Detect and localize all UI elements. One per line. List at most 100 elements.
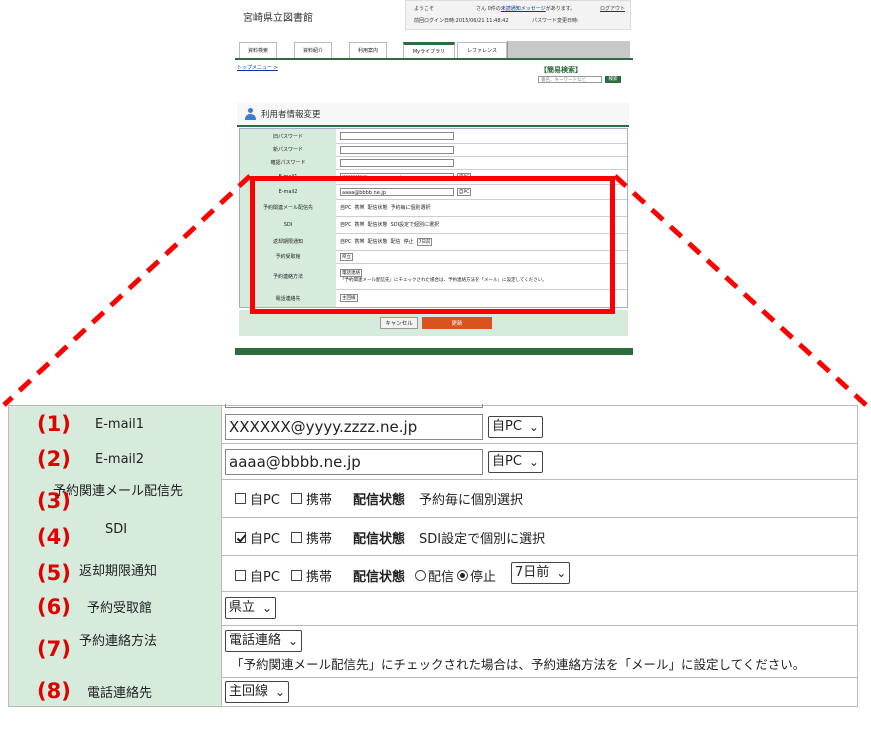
select-value: 主回線 <box>229 684 269 699</box>
radio-icon <box>415 570 426 581</box>
section-title: 利用者情報変更 <box>261 110 321 120</box>
keyword-input[interactable]: 書名、キーワードなど <box>538 76 602 83</box>
select-value: 7日前 <box>515 565 550 580</box>
row-label: 予約受取館 <box>87 601 153 616</box>
breadcrumb[interactable]: トップメニュー > <box>237 64 278 71</box>
library-title: 宮崎県立図書館 <box>243 13 313 24</box>
row-value-cell: 自PC 携帯 配信状態 SDI設定で個別に選択 <box>225 517 857 555</box>
days-before-select[interactable]: 7日前 ⌄ <box>511 562 571 584</box>
email1-input[interactable]: XXXXXX@yyyy.zzzz.ne.jp <box>225 414 483 440</box>
sdi-own-pc-checkbox[interactable]: 自PC <box>235 528 280 547</box>
email1-device-select[interactable]: 自PC ⌄ <box>488 416 543 438</box>
stop-radio[interactable]: 停止 <box>457 566 496 585</box>
row-number: (5) <box>37 561 71 585</box>
mini-label: 新パスワード <box>240 143 336 156</box>
checkbox-icon <box>235 570 246 581</box>
tab-guide[interactable]: 利用案内 <box>349 42 387 58</box>
footer-bar <box>235 348 633 355</box>
row-value-cell: 県立 ⌄ <box>225 591 857 625</box>
row-label-cell: (8) 電話連絡先 <box>9 677 222 706</box>
checkbox-label: 自PC <box>250 493 280 508</box>
row-label-cell: (1) E-mail1 <box>9 406 222 443</box>
checkbox-icon <box>291 493 302 504</box>
row-label-cell: (7) 予約連絡方法 <box>9 625 222 677</box>
tab-my-library[interactable]: Myライブラリ <box>403 42 455 58</box>
reserve-mobile-checkbox[interactable]: 携帯 <box>291 489 332 508</box>
tab-bar-filler <box>507 41 630 58</box>
contact-method-select[interactable]: 電話連絡 ⌄ <box>225 630 303 652</box>
phone-contact-select[interactable]: 主回線 ⌄ <box>225 681 290 703</box>
tab-search[interactable]: 資料検索 <box>239 42 277 58</box>
mini-value <box>340 156 627 169</box>
logout-link[interactable]: ログアウト <box>600 5 625 12</box>
pickup-library-select[interactable]: 県立 ⌄ <box>225 597 277 619</box>
mini-row-new-password: 新パスワード <box>240 143 627 157</box>
checkbox-label: 携帯 <box>306 570 333 585</box>
search-button[interactable]: 検索 <box>605 76 621 83</box>
row-value-cell: 主回線 ⌄ <box>225 677 857 706</box>
row-sdi: (4) SDI 自PC 携帯 配信状態 SDI設定で個別に選択 <box>9 517 857 556</box>
row-number: (8) <box>37 679 71 703</box>
old-password-input[interactable] <box>340 132 454 140</box>
row-return-notice: (5) 返却期限通知 自PC 携帯 配信状態 配信 停止 7日前 ⌄ <box>9 555 857 592</box>
chevron-down-icon: ⌄ <box>528 455 539 469</box>
delivery-status-label: 配信状態 <box>353 493 406 508</box>
select-value: 電話連絡 <box>229 633 282 648</box>
row-email1: (1) E-mail1 XXXXXX@yyyy.zzzz.ne.jp 自PC ⌄ <box>9 406 857 444</box>
checkbox-icon <box>291 532 302 543</box>
row-phone-contact: (8) 電話連絡先 主回線 ⌄ <box>9 677 857 706</box>
new-password-input[interactable] <box>340 145 454 154</box>
row-number: (4) <box>37 525 71 549</box>
checkbox-icon <box>235 493 246 504</box>
last-login-text: 前回ログイン日時:2015/06/21 11:48:42 <box>414 18 509 24</box>
checkbox-label: 携帯 <box>306 493 333 508</box>
cancel-button[interactable]: キャンセル <box>380 317 418 329</box>
welcome-box: ようこそ さん 0件の未読通知メッセージがあります。 ログアウト 前回ログイン日… <box>405 0 631 30</box>
return-mobile-checkbox[interactable]: 携帯 <box>291 566 332 585</box>
row-number: (6) <box>37 595 71 619</box>
row-label: SDI <box>105 522 128 537</box>
zoomed-form: (1) E-mail1 XXXXXX@yyyy.zzzz.ne.jp 自PC ⌄ … <box>8 404 858 707</box>
welcome-text: ようこそ <box>414 6 435 12</box>
select-value: 自PC <box>492 454 522 469</box>
email2-device-select[interactable]: 自PC ⌄ <box>488 451 543 473</box>
password-changed-text: パスワード変更日時: <box>532 18 579 24</box>
row-label-cell: (2) E-mail2 <box>9 443 222 479</box>
mini-value <box>340 143 627 156</box>
row-number: (1) <box>37 412 71 436</box>
tab-introduction[interactable]: 資料紹介 <box>294 42 332 58</box>
row-value-cell: 自PC 携帯 配信状態 配信 停止 7日前 ⌄ <box>225 555 857 591</box>
row-number: (7) <box>37 637 71 661</box>
row-number: (2) <box>37 447 71 471</box>
return-own-pc-checkbox[interactable]: 自PC <box>235 566 280 585</box>
email2-input[interactable]: aaaa@bbbb.ne.jp <box>225 449 483 475</box>
chevron-down-icon: ⌄ <box>261 601 273 615</box>
checkbox-label: 携帯 <box>306 532 333 547</box>
chevron-down-icon: ⌄ <box>556 566 567 580</box>
checkbox-label: 自PC <box>250 532 280 547</box>
radio-selected-icon <box>457 570 468 581</box>
row-label: E-mail1 <box>95 417 145 432</box>
row-label: 予約関連メール配信先 <box>53 484 184 499</box>
mini-label: 旧パスワード <box>240 129 336 143</box>
delivery-status-label: 配信状態 <box>353 570 406 585</box>
row-value-cell: aaaa@bbbb.ne.jp 自PC ⌄ <box>225 443 857 479</box>
confirm-password-input[interactable] <box>340 158 454 167</box>
row-pickup-library: (6) 予約受取館 県立 ⌄ <box>9 591 857 626</box>
chevron-down-icon: ⌄ <box>274 685 286 699</box>
row-label-cell: (3) 予約関連メール配信先 <box>9 479 222 517</box>
callout-line-right <box>613 174 868 407</box>
row-label: 返却期限通知 <box>79 564 158 579</box>
tab-reference[interactable]: レファレンス <box>457 42 507 58</box>
deliver-radio[interactable]: 配信 <box>415 566 454 585</box>
reserve-own-pc-checkbox[interactable]: 自PC <box>235 489 280 508</box>
sdi-mobile-checkbox[interactable]: 携帯 <box>291 528 332 547</box>
delivery-status-label: 配信状態 <box>353 532 406 547</box>
unread-message-link[interactable]: 未読通知メッセージ <box>501 6 546 12</box>
mini-label: 確認パスワード <box>240 156 336 169</box>
checkbox-checked-icon <box>235 532 246 543</box>
highlight-box <box>250 176 615 314</box>
section-header: 利用者情報変更 <box>237 103 629 127</box>
person-icon <box>245 108 256 120</box>
update-button[interactable]: 更新 <box>422 317 492 329</box>
